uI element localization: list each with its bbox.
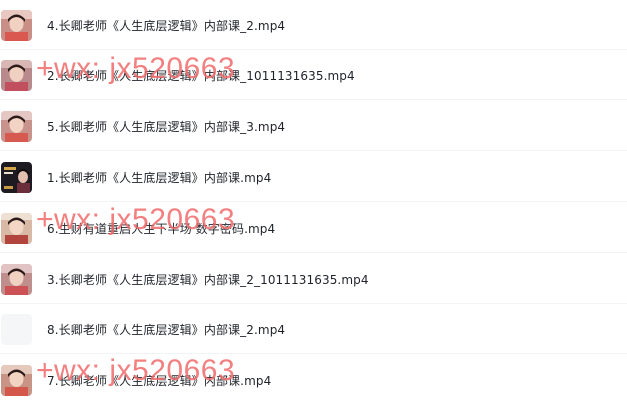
video-thumbnail-icon xyxy=(1,364,32,396)
file-row[interactable]: 6.生财有道重启人生下半场 数字密码.mp4 xyxy=(0,203,627,253)
video-thumbnail-icon xyxy=(1,161,32,193)
row-divider xyxy=(0,99,627,100)
video-thumbnail-icon xyxy=(1,313,32,345)
video-thumbnail-icon xyxy=(1,212,32,244)
file-name[interactable]: 1.长卿老师《人生底层逻辑》内部课.mp4 xyxy=(47,169,271,186)
file-name[interactable]: 8.长卿老师《人生底层逻辑》内部课_2.mp4 xyxy=(47,321,285,338)
file-name[interactable]: 4.长卿老师《人生底层逻辑》内部课_2.mp4 xyxy=(47,17,285,34)
video-thumbnail-icon xyxy=(1,59,32,91)
video-thumbnail-icon xyxy=(1,263,32,295)
row-divider xyxy=(0,201,627,202)
file-name[interactable]: 2.长卿老师《人生底层逻辑》内部课_1011131635.mp4 xyxy=(47,67,355,84)
row-divider xyxy=(0,150,627,151)
file-row[interactable]: 1.长卿老师《人生底层逻辑》内部课.mp4 xyxy=(0,152,627,202)
file-name[interactable]: 5.长卿老师《人生底层逻辑》内部课_3.mp4 xyxy=(47,118,285,135)
file-row[interactable]: 8.长卿老师《人生底层逻辑》内部课_2.mp4 xyxy=(0,304,627,354)
video-thumbnail-icon xyxy=(1,9,32,41)
file-row[interactable]: 2.长卿老师《人生底层逻辑》内部课_1011131635.mp4 xyxy=(0,50,627,100)
video-thumbnail-icon xyxy=(1,110,32,142)
row-divider xyxy=(0,353,627,354)
file-row[interactable]: 5.长卿老师《人生底层逻辑》内部课_3.mp4 xyxy=(0,101,627,151)
file-row[interactable]: 7.长卿老师《人生底层逻辑》内部课.mp4 xyxy=(0,355,627,405)
file-name[interactable]: 3.长卿老师《人生底层逻辑》内部课_2_1011131635.mp4 xyxy=(47,271,369,288)
file-row[interactable]: 3.长卿老师《人生底层逻辑》内部课_2_1011131635.mp4 xyxy=(0,254,627,304)
file-name[interactable]: 7.长卿老师《人生底层逻辑》内部课.mp4 xyxy=(47,372,271,389)
file-row[interactable]: 4.长卿老师《人生底层逻辑》内部课_2.mp4 xyxy=(0,0,627,50)
row-divider xyxy=(0,252,627,253)
file-name[interactable]: 6.生财有道重启人生下半场 数字密码.mp4 xyxy=(47,220,275,237)
file-list: 4.长卿老师《人生底层逻辑》内部课_2.mp4 2.长卿老师《人生底层逻辑》内部… xyxy=(0,0,627,406)
